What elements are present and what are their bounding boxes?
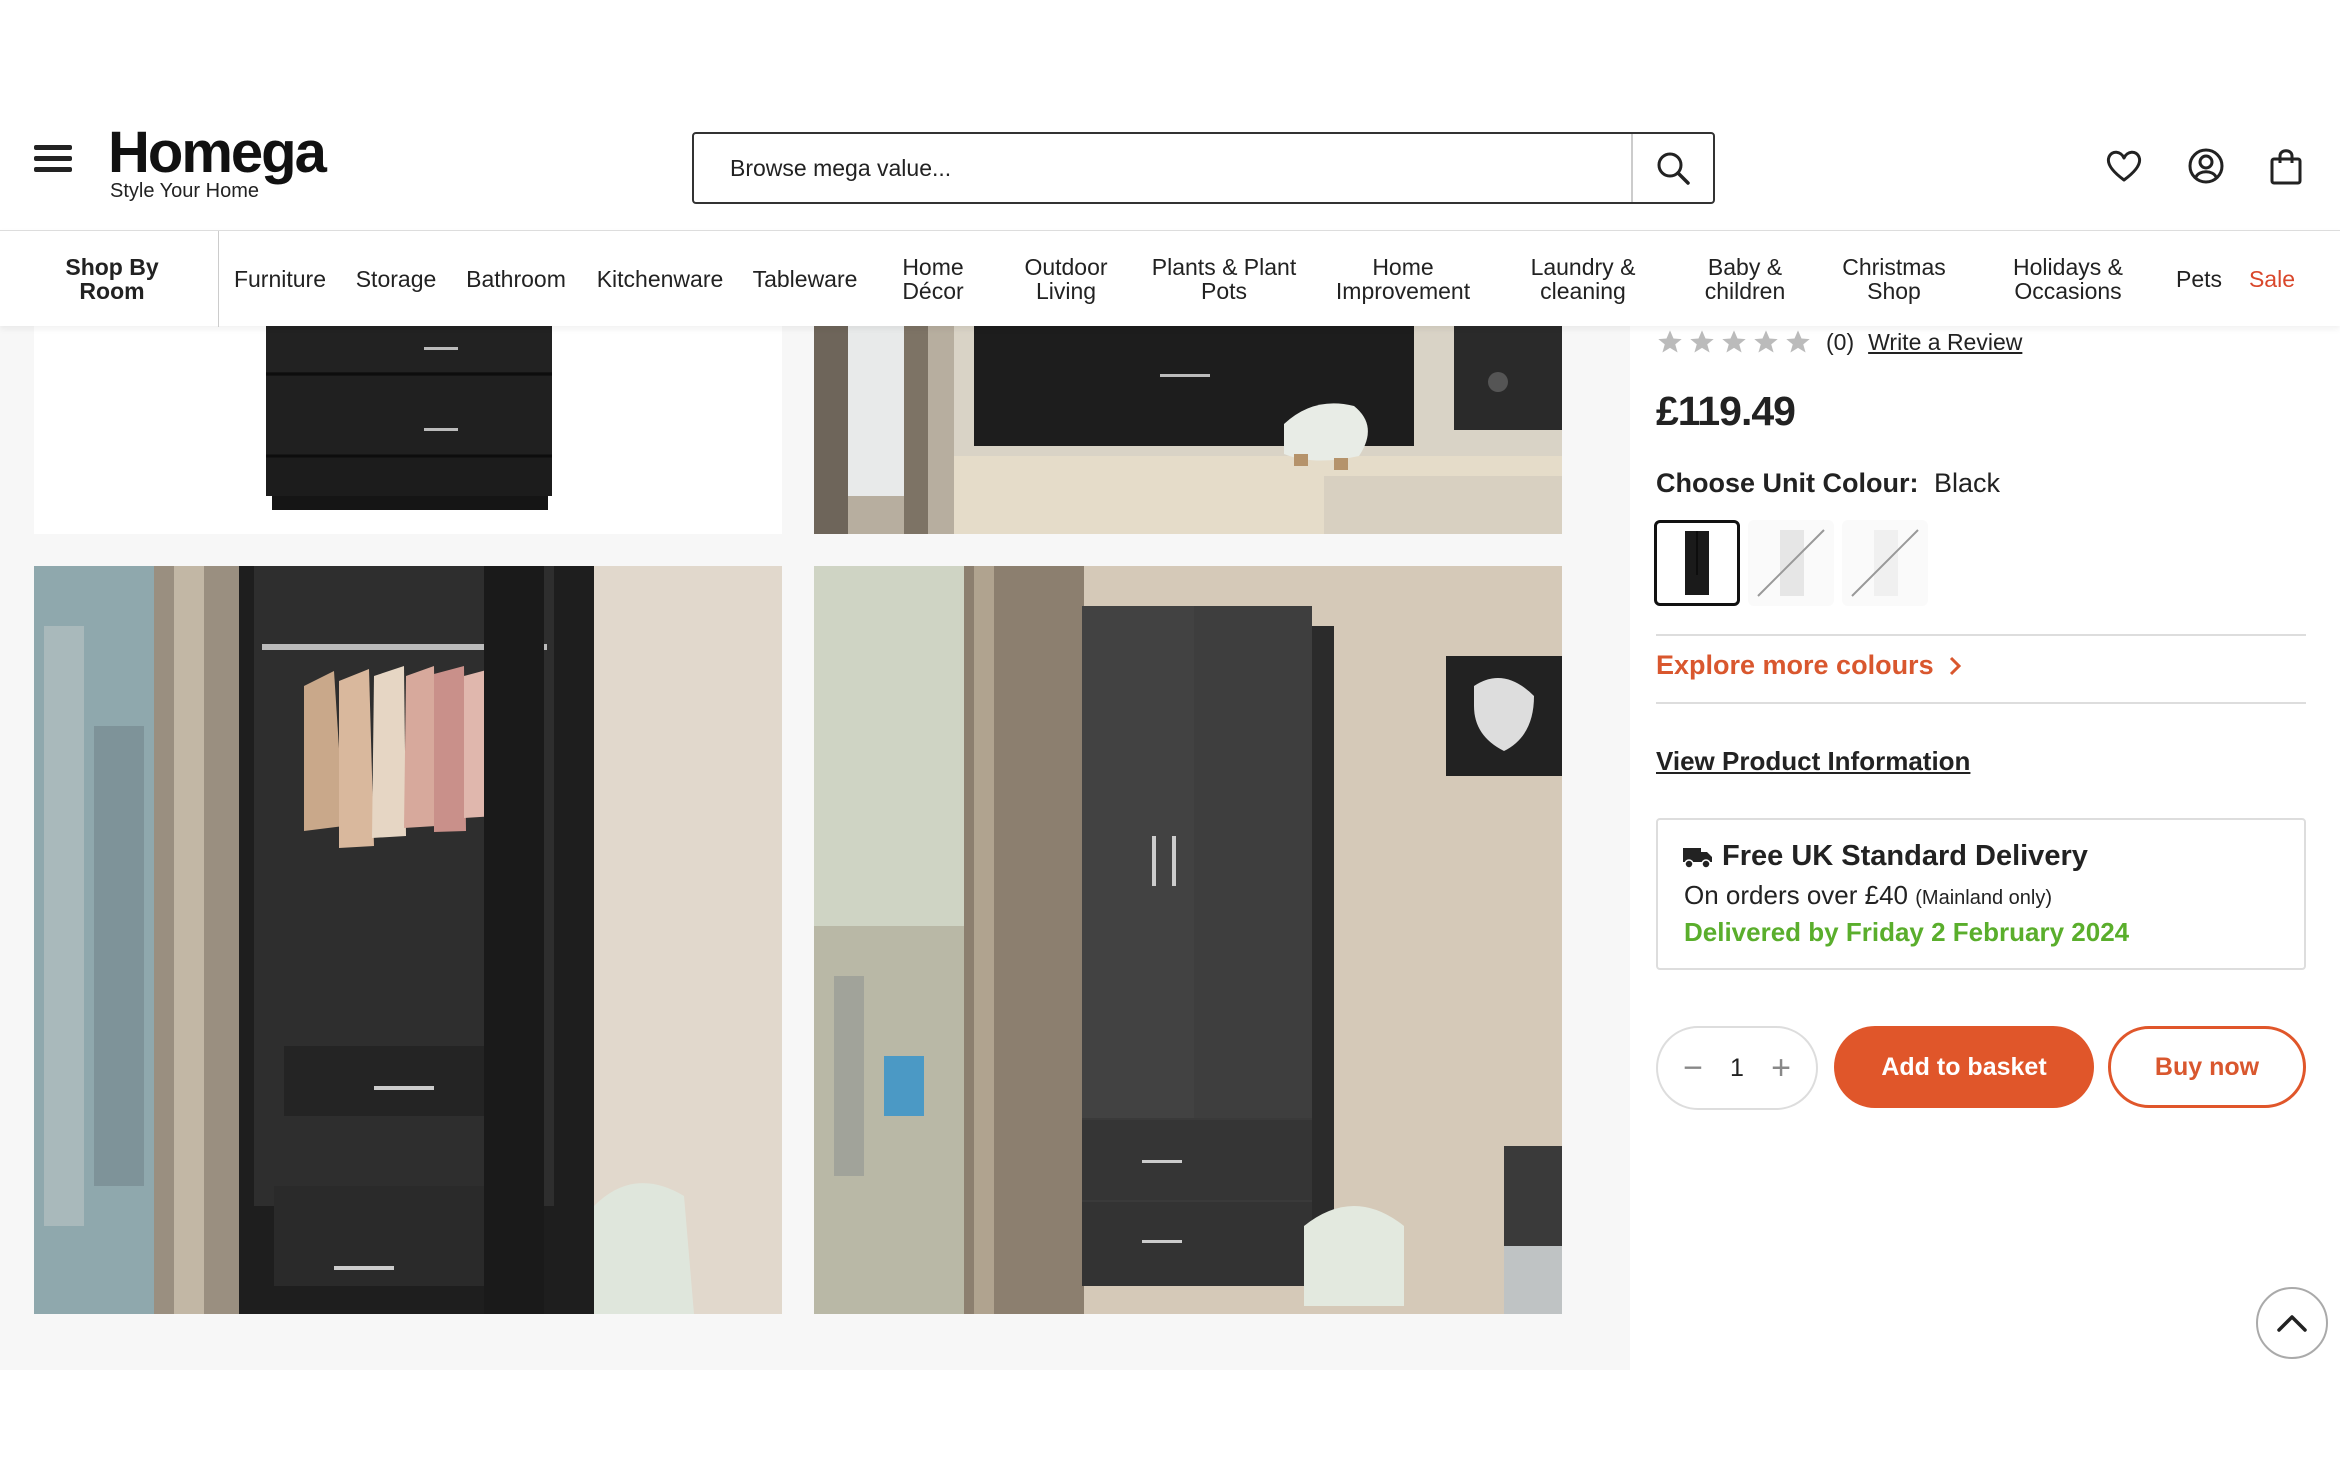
rating-count: (0) xyxy=(1826,328,1855,355)
explore-more-colours-label: Explore more colours xyxy=(1656,650,1934,680)
heart-icon xyxy=(2106,150,2142,182)
nav-item-christmas[interactable]: Christmas Shop xyxy=(1836,231,1952,327)
colour-swatches xyxy=(1654,520,1936,606)
chevron-up-icon xyxy=(2277,1315,2307,1332)
quantity-value[interactable]: 1 xyxy=(1717,1054,1757,1083)
nav-item-home-improvement[interactable]: Home Improvement xyxy=(1328,231,1478,327)
product-details-panel: (0) Write a Review £119.49 Choose Unit C… xyxy=(1630,326,2340,1370)
nav-item-pets[interactable]: Pets xyxy=(2172,231,2226,327)
explore-more-colours-link[interactable]: Explore more colours xyxy=(1656,650,1966,681)
nav-item-plants[interactable]: Plants & Plant Pots xyxy=(1148,231,1300,327)
nav-item-shop-by-room[interactable]: Shop By Room xyxy=(34,231,190,327)
black-wardrobe-thumb xyxy=(1685,531,1709,595)
nav-item-outdoor-living[interactable]: Outdoor Living xyxy=(1016,231,1116,327)
rating-row: (0) Write a Review xyxy=(1656,326,2022,358)
delivery-title: Free UK Standard Delivery xyxy=(1722,840,2088,872)
star-icon xyxy=(1658,330,1682,353)
search-bar xyxy=(692,132,1715,204)
nav-item-furniture[interactable]: Furniture xyxy=(230,231,330,327)
white-wardrobe-thumb xyxy=(1851,529,1919,597)
divider xyxy=(1656,702,2306,704)
product-image-4[interactable] xyxy=(814,566,1562,1314)
hamburger-menu-icon[interactable] xyxy=(34,145,72,173)
nav-item-laundry[interactable]: Laundry & cleaning xyxy=(1522,231,1644,327)
logo-wordmark: Homega xyxy=(108,120,327,185)
wardrobe-drawers-image xyxy=(266,326,552,510)
colour-selector-label: Choose Unit Colour: Black xyxy=(1656,468,2000,499)
nav-item-baby-children[interactable]: Baby & children xyxy=(1698,231,1792,327)
buy-now-button[interactable]: Buy now xyxy=(2108,1026,2306,1108)
add-to-basket-button[interactable]: Add to basket xyxy=(1834,1026,2094,1108)
colour-label: Choose Unit Colour: xyxy=(1656,468,1919,498)
delivery-date: Delivered by Friday 2 February 2024 xyxy=(1684,917,2130,947)
star-icon xyxy=(1722,330,1746,353)
star-icon xyxy=(1786,330,1810,353)
basket-button[interactable] xyxy=(2266,146,2306,186)
nav-item-bathroom[interactable]: Bathroom xyxy=(462,231,570,327)
quantity-increase-button[interactable]: + xyxy=(1768,1051,1794,1085)
wishlist-button[interactable] xyxy=(2104,146,2144,186)
closed-wardrobe-image xyxy=(814,566,1562,1314)
colour-value: Black xyxy=(1934,468,2001,498)
truck-icon xyxy=(1683,847,1712,869)
scroll-to-top-button[interactable] xyxy=(2256,1287,2328,1359)
chevron-right-icon xyxy=(1949,656,1961,675)
divider xyxy=(1656,634,2306,636)
swatch-black[interactable] xyxy=(1654,520,1740,606)
swatch-white-unavailable[interactable] xyxy=(1842,520,1928,606)
site-header: Homega Style Your Home xyxy=(0,90,2340,230)
write-review-link[interactable]: Write a Review xyxy=(1868,329,2022,356)
product-image-3[interactable] xyxy=(34,566,782,1314)
category-nav: Shop By Room Furniture Storage Bathroom … xyxy=(0,230,2340,327)
nav-divider xyxy=(218,231,219,327)
nav-item-tableware[interactable]: Tableware xyxy=(750,231,860,327)
search-button[interactable] xyxy=(1631,134,1713,202)
account-button[interactable] xyxy=(2186,146,2226,186)
swatch-grey-unavailable[interactable] xyxy=(1748,520,1834,606)
bottom-blank-area xyxy=(0,1370,2340,1476)
delivery-threshold: On orders over £40 xyxy=(1684,880,1909,910)
room-scene-image xyxy=(814,326,1562,534)
open-wardrobe-image xyxy=(34,566,782,1314)
product-image-2[interactable] xyxy=(814,326,1562,534)
delivery-subtitle: On orders over £40 (Mainland only) xyxy=(1684,880,2052,911)
view-product-information-link[interactable]: View Product Information xyxy=(1656,746,1970,777)
star-icon xyxy=(1690,330,1714,353)
product-image-1[interactable] xyxy=(34,326,782,534)
quantity-stepper: − 1 + xyxy=(1656,1026,1818,1110)
grey-wardrobe-thumb xyxy=(1757,529,1825,597)
nav-item-holidays[interactable]: Holidays & Occasions xyxy=(2006,231,2130,327)
nav-item-kitchenware[interactable]: Kitchenware xyxy=(592,231,728,327)
delivery-title-row: Free UK Standard Delivery xyxy=(1682,840,2088,873)
star-icon xyxy=(1754,330,1778,353)
nav-item-home-decor[interactable]: Home Décor xyxy=(888,231,978,327)
product-price: £119.49 xyxy=(1656,388,1796,434)
nav-item-storage[interactable]: Storage xyxy=(352,231,440,327)
top-blank-area xyxy=(0,0,2340,90)
nav-item-sale[interactable]: Sale xyxy=(2244,231,2300,327)
quantity-decrease-button[interactable]: − xyxy=(1680,1051,1706,1085)
search-input[interactable] xyxy=(694,134,1632,202)
delivery-info-box: Free UK Standard Delivery On orders over… xyxy=(1656,818,2306,970)
site-logo[interactable]: Homega Style Your Home xyxy=(108,120,327,203)
user-icon xyxy=(2188,148,2224,184)
search-icon xyxy=(1657,152,1690,185)
bag-icon xyxy=(2270,149,2302,185)
delivery-mainland-note: (Mainland only) xyxy=(1915,887,2052,909)
